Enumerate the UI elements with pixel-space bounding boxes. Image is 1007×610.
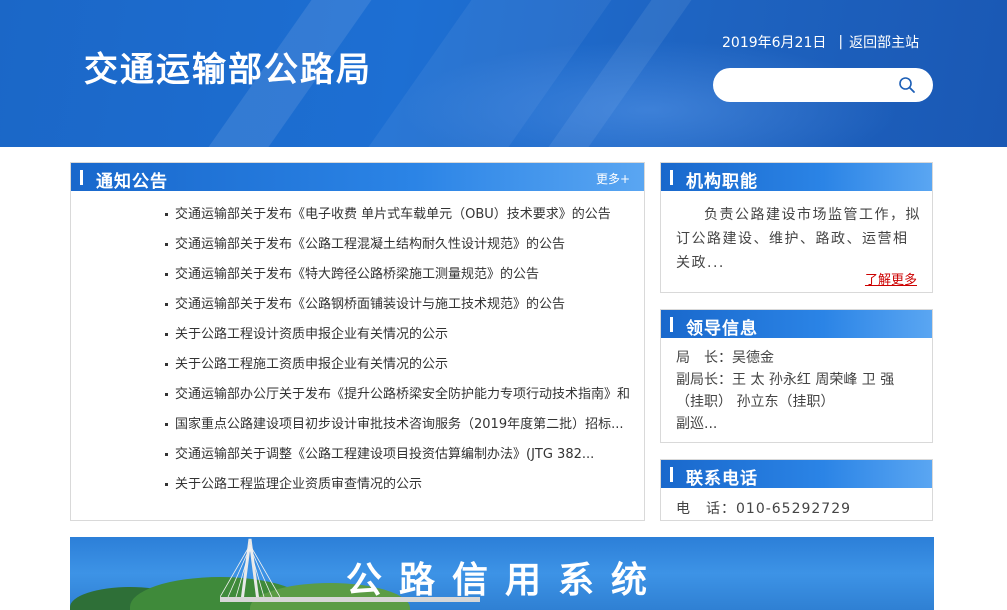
site-header: 交通运输部公路局 2019年6月21日 | 返回部主站 bbox=[0, 0, 1007, 147]
list-item: 交通运输部关于调整《公路工程建设项目投资估算编制办法》(JTG 382... bbox=[165, 445, 635, 475]
header-bar-icon bbox=[670, 467, 673, 482]
list-item: 交通运输部关于发布《公路钢桥面铺装设计与施工技术规范》的公告 bbox=[165, 295, 635, 325]
director-line: 局 长：吴德金 bbox=[676, 350, 774, 366]
notice-panel-header: 通知公告 更多+ bbox=[71, 163, 644, 192]
contact-panel-header: 联系电话 bbox=[661, 460, 932, 489]
deputy-director-line: 副局长：王 太 孙永红 周荣峰 卫 强（挂职） 孙立东（挂职） bbox=[676, 372, 895, 410]
notice-list: 交通运输部关于发布《电子收费 单片式车载单元（OBU）技术要求》的公告 交通运输… bbox=[165, 205, 635, 505]
search-input[interactable] bbox=[727, 74, 897, 96]
notice-link[interactable]: 交通运输部关于发布《公路工程混凝土结构耐久性设计规范》的公告 bbox=[175, 237, 565, 252]
credit-system-banner[interactable]: 公路信用系统 bbox=[70, 537, 934, 610]
list-item: 交通运输部关于发布《特大跨径公路桥梁施工测量规范》的公告 bbox=[165, 265, 635, 295]
list-item: 关于公路工程监理企业资质审查情况的公示 bbox=[165, 475, 635, 505]
functions-panel-header: 机构职能 bbox=[661, 163, 932, 192]
leaders-panel-header: 领导信息 bbox=[661, 310, 932, 339]
bullet-icon bbox=[165, 213, 168, 216]
notice-title: 通知公告 bbox=[96, 172, 168, 192]
list-item: 交通运输部办公厅关于发布《提升公路桥梁安全防护能力专项行动技术指南》和 bbox=[165, 385, 635, 415]
link-separator: | bbox=[838, 34, 844, 50]
list-item: 关于公路工程施工资质申报企业有关情况的公示 bbox=[165, 355, 635, 385]
notice-link[interactable]: 关于公路工程设计资质申报企业有关情况的公示 bbox=[175, 327, 448, 342]
list-item: 国家重点公路建设项目初步设计审批技术咨询服务（2019年度第二批）招标... bbox=[165, 415, 635, 445]
bullet-icon bbox=[165, 333, 168, 336]
notice-link[interactable]: 交通运输部关于发布《公路钢桥面铺装设计与施工技术规范》的公告 bbox=[175, 297, 565, 312]
list-item: 交通运输部关于发布《电子收费 单片式车载单元（OBU）技术要求》的公告 bbox=[165, 205, 635, 235]
notice-link[interactable]: 关于公路工程监理企业资质审查情况的公示 bbox=[175, 477, 422, 492]
list-item: 交通运输部关于发布《公路工程混凝土结构耐久性设计规范》的公告 bbox=[165, 235, 635, 265]
functions-panel: 机构职能 负责公路建设市场监管工作，拟订公路建设、维护、路政、运营相关政... … bbox=[660, 162, 933, 293]
bullet-icon bbox=[165, 483, 168, 486]
notice-link[interactable]: 交通运输部关于发布《特大跨径公路桥梁施工测量规范》的公告 bbox=[175, 267, 539, 282]
notice-link[interactable]: 关于公路工程施工资质申报企业有关情况的公示 bbox=[175, 357, 448, 372]
header-bar-icon bbox=[80, 170, 83, 185]
functions-title: 机构职能 bbox=[686, 172, 758, 192]
notice-link[interactable]: 交通运输部办公厅关于发布《提升公路桥梁安全防护能力专项行动技术指南》和 bbox=[175, 387, 630, 402]
bridge-pylon-icon bbox=[220, 538, 280, 601]
functions-text: 负责公路建设市场监管工作，拟订公路建设、维护、路政、运营相关政... bbox=[676, 207, 921, 271]
contact-panel: 联系电话 电 话：010-65292729 bbox=[660, 459, 933, 521]
bullet-icon bbox=[165, 453, 168, 456]
bullet-icon bbox=[165, 423, 168, 426]
banner-title: 公路信用系统 bbox=[346, 560, 665, 601]
notice-link[interactable]: 国家重点公路建设项目初步设计审批技术咨询服务（2019年度第二批）招标... bbox=[175, 417, 623, 432]
notice-link[interactable]: 交通运输部关于调整《公路工程建设项目投资估算编制办法》(JTG 382... bbox=[175, 447, 594, 462]
bullet-icon bbox=[165, 363, 168, 366]
contact-title: 联系电话 bbox=[686, 469, 758, 489]
search-icon[interactable] bbox=[898, 76, 916, 94]
leaders-panel: 领导信息 局 长：吴德金 副局长：王 太 孙永红 周荣峰 卫 强（挂职） 孙立东… bbox=[660, 309, 933, 443]
bullet-icon bbox=[165, 243, 168, 246]
learn-more-link[interactable]: 了解更多 bbox=[865, 269, 917, 288]
top-links: 2019年6月21日 | 返回部主站 bbox=[722, 32, 919, 52]
bullet-icon bbox=[165, 393, 168, 396]
return-home-link[interactable]: 返回部主站 bbox=[849, 32, 919, 52]
notice-panel: 通知公告 更多+ 交通运输部关于发布《电子收费 单片式车载单元（OBU）技术要求… bbox=[70, 162, 645, 521]
list-item: 关于公路工程设计资质申报企业有关情况的公示 bbox=[165, 325, 635, 355]
header-bar-icon bbox=[670, 317, 673, 332]
search-box bbox=[713, 68, 933, 102]
contact-phone: 电 话：010-65292729 bbox=[676, 501, 852, 517]
site-title: 交通运输部公路局 bbox=[84, 50, 372, 90]
bullet-icon bbox=[165, 303, 168, 306]
leaders-text: 局 长：吴德金 副局长：王 太 孙永红 周荣峰 卫 强（挂职） 孙立东（挂职） … bbox=[676, 347, 921, 435]
header-bar-icon bbox=[670, 170, 673, 185]
leaders-title: 领导信息 bbox=[686, 319, 758, 339]
notice-more-link[interactable]: 更多+ bbox=[596, 170, 630, 187]
bullet-icon bbox=[165, 273, 168, 276]
current-date: 2019年6月21日 bbox=[722, 35, 827, 51]
notice-link[interactable]: 交通运输部关于发布《电子收费 单片式车载单元（OBU）技术要求》的公告 bbox=[175, 207, 611, 222]
inspector-line: 副巡... bbox=[676, 416, 718, 432]
